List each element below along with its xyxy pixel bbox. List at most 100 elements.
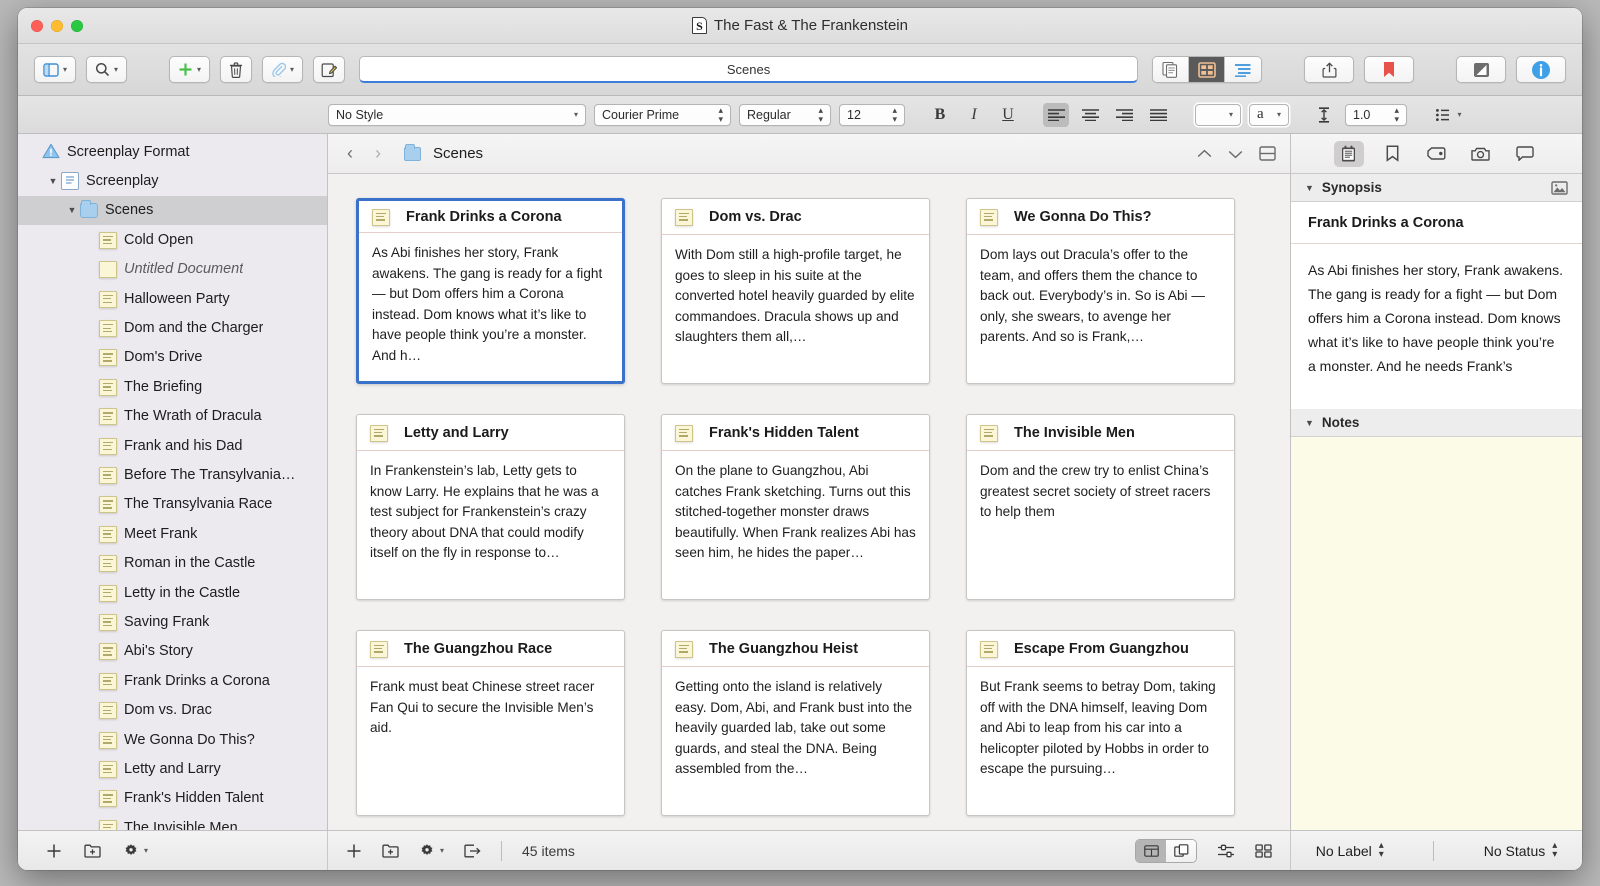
binder-row[interactable]: The Invisible Men [18,813,327,830]
index-card[interactable]: The Guangzhou Race Frank must beat Chines… [356,630,625,816]
search-input[interactable]: Scenes [359,56,1138,83]
index-card-synopsis[interactable]: Dom lays out Dracula’s offer to the team… [967,235,1234,383]
corkboard-layout-segmented-control[interactable] [1135,838,1197,863]
binder-row[interactable]: Abi's Story [18,637,327,666]
notes-text-area[interactable] [1291,437,1582,830]
synopsis-image-button[interactable] [1551,180,1568,195]
next-item-button[interactable] [1228,149,1243,159]
index-card[interactable]: Frank's Hidden Talent On the plane to Gua… [661,414,930,600]
binder-row[interactable]: We Gonna Do This? [18,725,327,754]
index-card-synopsis[interactable]: Getting onto the island is relatively ea… [662,667,929,815]
index-card[interactable]: The Guangzhou Heist Getting onto the isla… [661,630,930,816]
index-card-synopsis[interactable]: Dom and the crew try to enlist China’s g… [967,451,1234,599]
synopsis-title[interactable]: Frank Drinks a Corona [1291,202,1582,244]
binder-row[interactable]: The Transylvania Race [18,490,327,519]
binder-row[interactable]: Screenplay Format [18,137,327,166]
font-family-dropdown[interactable]: Courier Prime ▴ ▾ [594,103,731,126]
binder-row[interactable]: Untitled Document [18,255,327,284]
trash-button[interactable] [220,56,253,83]
list-dropdown[interactable]: ▾ [1429,103,1469,127]
add-folder-button[interactable] [84,843,101,858]
attach-button[interactable]: ▾ [262,56,304,83]
index-card-synopsis[interactable]: On the plane to Guangzhou, Abi catches F… [662,451,929,599]
index-card-synopsis[interactable]: But Frank seems to betray Dom, taking of… [967,667,1234,815]
binder-row[interactable]: Frank and his Dad [18,431,327,460]
align-left-button[interactable] [1043,102,1069,127]
binder-row[interactable]: Dom's Drive [18,343,327,372]
binder-row[interactable]: ▼ Screenplay [18,166,327,195]
view-mode-segmented-control[interactable] [1152,56,1262,83]
stacked-layout-button[interactable] [1166,839,1196,862]
italic-button[interactable]: I [961,103,987,127]
style-dropdown[interactable]: No Style ▾ [328,103,586,126]
line-spacing-stepper[interactable]: 1.0 ▴ ▾ [1345,103,1407,126]
binder-row[interactable]: Cold Open [18,225,327,254]
index-card[interactable]: The Invisible Men Dom and the crew try to… [966,414,1235,600]
align-justify-button[interactable] [1145,103,1171,127]
bold-button[interactable]: B [927,103,953,127]
scrivenings-view-button[interactable] [1153,57,1189,82]
binder-row[interactable]: Before The Transylvania… [18,460,327,489]
disclosure-triangle-icon[interactable]: ▼ [1305,418,1314,428]
font-size-stepper[interactable]: 12 ▴ ▾ [839,103,905,126]
binder-list[interactable]: Screenplay Format ▼ Screenplay ▼ Scenes Cold … [18,134,327,830]
binder-row[interactable]: The Wrath of Dracula [18,402,327,431]
notes-tab[interactable] [1333,140,1364,167]
index-card-synopsis[interactable]: In Frankenstein’s lab, Letty gets to kno… [357,451,624,599]
status-popup[interactable]: No Status ▴ ▾ [1484,841,1558,860]
back-button[interactable]: ‹ [342,143,358,164]
index-card[interactable]: Escape From Guangzhou But Frank seems to … [966,630,1235,816]
index-card-synopsis[interactable]: Frank must beat Chinese street racer Fan… [357,667,624,815]
binder-row[interactable]: Halloween Party [18,284,327,313]
font-weight-dropdown[interactable]: Regular ▴ ▾ [739,103,831,126]
disclosure-triangle-icon[interactable]: ▼ [45,176,61,186]
index-card[interactable]: Frank Drinks a Corona As Abi finishes her… [356,198,625,384]
binder-row[interactable]: Meet Frank [18,519,327,548]
binder-row[interactable]: Letty in the Castle [18,578,327,607]
binder-row[interactable]: Saving Frank [18,607,327,636]
index-card[interactable]: Letty and Larry In Frankenstein’s lab, Le… [356,414,625,600]
label-popup[interactable]: No Label ▴ ▾ [1316,841,1384,860]
split-view-button[interactable] [1259,146,1276,161]
index-card[interactable]: Dom vs. Drac With Dom still a high-profil… [661,198,930,384]
add-button[interactable]: ▾ [169,56,211,83]
outliner-view-button[interactable] [1225,57,1261,82]
view-layout-button[interactable]: ▾ [34,56,77,83]
disclosure-triangle-icon[interactable]: ▼ [1305,183,1314,193]
add-item-button[interactable] [46,843,62,859]
composition-mode-button[interactable] [1456,56,1506,83]
previous-item-button[interactable] [1197,149,1212,159]
card-size-button[interactable] [1255,843,1272,858]
share-button[interactable] [1304,56,1354,83]
binder-row[interactable]: Dom and the Charger [18,313,327,342]
binder-settings-button[interactable]: ▾ [123,843,148,859]
underline-button[interactable]: U [995,103,1021,127]
search-button[interactable]: ▾ [86,56,128,83]
metadata-tab[interactable] [1422,141,1452,167]
binder-row[interactable]: Dom vs. Drac [18,695,327,724]
add-document-button[interactable] [346,843,362,859]
corkboard-settings-button[interactable]: ▾ [419,843,444,859]
comments-tab[interactable] [1510,141,1540,167]
binder-row[interactable]: Letty and Larry [18,754,327,783]
text-color-dropdown[interactable]: ▾ [1195,103,1241,126]
export-button[interactable] [464,844,481,858]
snapshots-tab[interactable] [1466,141,1496,167]
corkboard-grid[interactable]: Frank Drinks a Corona As Abi finishes her… [328,174,1290,830]
synopsis-text[interactable]: As Abi finishes her story, Frank awakens… [1291,244,1582,409]
highlight-dropdown[interactable]: a ▾ [1249,103,1289,126]
binder-row[interactable]: Roman in the Castle [18,548,327,577]
index-card-synopsis[interactable]: With Dom still a high-profile target, he… [662,235,929,383]
add-folder-button[interactable] [382,843,399,858]
bookmark-button[interactable] [1364,56,1414,83]
index-card[interactable]: We Gonna Do This? Dom lays out Dracula’s … [966,198,1235,384]
compose-button[interactable] [313,56,346,83]
notes-section-header[interactable]: ▼ Notes [1291,409,1582,437]
bookmarks-tab[interactable] [1378,141,1408,167]
binder-row[interactable]: Frank's Hidden Talent [18,784,327,813]
corkboard-view-button[interactable] [1189,57,1225,82]
disclosure-triangle-icon[interactable]: ▼ [64,205,80,215]
forward-button[interactable]: › [370,143,386,164]
index-card-synopsis[interactable]: As Abi finishes her story, Frank awakens… [359,233,622,381]
binder-row[interactable]: Frank Drinks a Corona [18,666,327,695]
